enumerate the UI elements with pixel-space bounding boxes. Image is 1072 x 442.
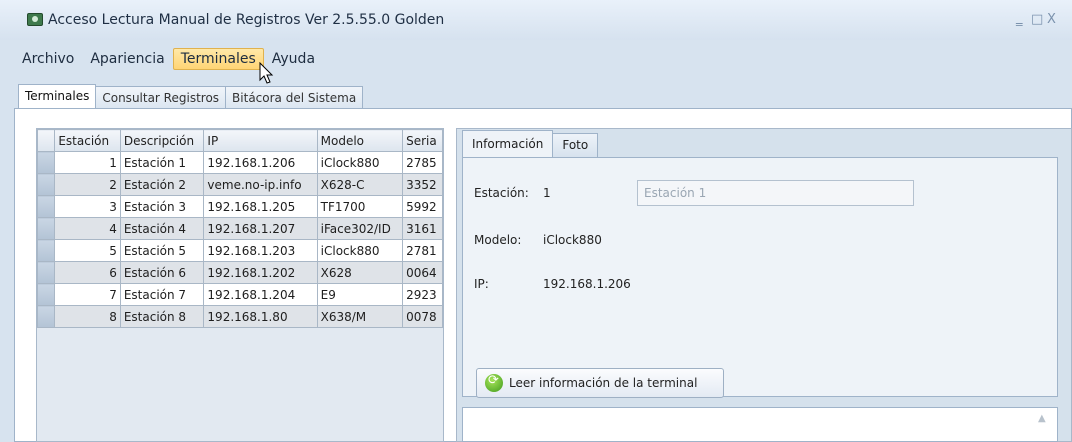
cell-serial[interactable]: 2923 — [402, 283, 443, 306]
menu-apariencia[interactable]: Apariencia — [82, 48, 172, 70]
cell-modelo[interactable]: X628-C — [316, 173, 404, 196]
cell-serial[interactable]: 3161 — [402, 217, 443, 240]
tab-bitacora[interactable]: Bitácora del Sistema — [225, 86, 364, 108]
tab-consultar-registros[interactable]: Consultar Registros — [95, 86, 227, 108]
app-icon — [27, 13, 43, 26]
table-row[interactable]: 6 Estación 6 192.168.1.202 X628 0064 — [37, 261, 443, 284]
cell-serial[interactable]: 3352 — [402, 173, 443, 196]
cell-ip[interactable]: veme.no-ip.info — [203, 173, 318, 196]
cell-modelo[interactable]: TF1700 — [316, 195, 404, 218]
cell-ip[interactable]: 192.168.1.202 — [203, 261, 318, 284]
row-selector[interactable] — [37, 151, 56, 174]
cell-estacion[interactable]: 3 — [54, 195, 121, 218]
cell-ip[interactable]: 192.168.1.204 — [203, 283, 318, 306]
cell-modelo[interactable]: E9 — [316, 283, 404, 306]
column-header-serial[interactable]: Seria — [402, 129, 443, 152]
row-selector[interactable] — [37, 195, 56, 218]
ip-label: IP: — [474, 277, 489, 291]
estacion-label: Estación: — [474, 186, 529, 200]
table-row[interactable]: 8 Estación 8 192.168.1.80 X638/M 0078 — [37, 305, 443, 328]
cell-descripcion[interactable]: Estación 5 — [119, 239, 205, 262]
cell-descripcion[interactable]: Estación 7 — [119, 283, 205, 306]
cell-ip[interactable]: 192.168.1.203 — [203, 239, 318, 262]
estacion-value: 1 — [543, 186, 551, 200]
cell-estacion[interactable]: 7 — [54, 283, 121, 306]
cell-ip[interactable]: 192.168.1.80 — [203, 305, 318, 328]
estacion-description-field[interactable]: Estación 1 — [637, 180, 914, 206]
table-row[interactable]: 3 Estación 3 192.168.1.205 TF1700 5992 — [37, 195, 443, 218]
cell-ip[interactable]: 192.168.1.206 — [203, 151, 318, 174]
modelo-value: iClock880 — [543, 233, 602, 247]
cell-serial[interactable]: 2785 — [402, 151, 443, 174]
terminals-grid: Estación Descripción IP Modelo Seria 1 E… — [36, 128, 444, 442]
row-selector[interactable] — [37, 173, 56, 196]
minimize-button[interactable]: ‗ — [1016, 12, 1023, 27]
row-selector[interactable] — [37, 305, 56, 328]
cell-serial[interactable]: 5992 — [402, 195, 443, 218]
read-terminal-info-label: Leer información de la terminal — [509, 376, 698, 390]
cell-ip[interactable]: 192.168.1.205 — [203, 195, 318, 218]
cell-estacion[interactable]: 5 — [54, 239, 121, 262]
cell-estacion[interactable]: 1 — [54, 151, 121, 174]
tab-foto[interactable]: Foto — [552, 133, 599, 157]
cell-modelo[interactable]: iClock880 — [316, 239, 404, 262]
cell-estacion[interactable]: 8 — [54, 305, 121, 328]
maximize-button[interactable]: □ — [1031, 12, 1043, 27]
row-selector-header — [37, 129, 56, 152]
cell-serial[interactable]: 0078 — [402, 305, 443, 328]
column-header-descripcion[interactable]: Descripción — [119, 129, 205, 152]
cell-descripcion[interactable]: Estación 8 — [119, 305, 205, 328]
table-row[interactable]: 2 Estación 2 veme.no-ip.info X628-C 3352 — [37, 173, 443, 196]
cell-modelo[interactable]: X628 — [316, 261, 404, 284]
terminals-table: Estación Descripción IP Modelo Seria 1 E… — [37, 129, 443, 328]
cell-descripcion[interactable]: Estación 1 — [119, 151, 205, 174]
grid-header-row: Estación Descripción IP Modelo Seria — [37, 129, 443, 152]
cell-serial[interactable]: 2781 — [402, 239, 443, 262]
main-tabs: Terminales Consultar Registros Bitácora … — [18, 84, 364, 108]
cell-descripcion[interactable]: Estación 2 — [119, 173, 205, 196]
column-header-estacion[interactable]: Estación — [54, 129, 121, 152]
table-row[interactable]: 1 Estación 1 192.168.1.206 iClock880 278… — [37, 151, 443, 174]
window-title: Acceso Lectura Manual de Registros Ver 2… — [48, 12, 445, 28]
cell-modelo[interactable]: X638/M — [316, 305, 404, 328]
column-header-modelo[interactable]: Modelo — [316, 129, 404, 152]
menu-terminales[interactable]: Terminales — [172, 48, 264, 70]
title-bar: Acceso Lectura Manual de Registros Ver 2… — [0, 0, 1072, 40]
cell-descripcion[interactable]: Estación 4 — [119, 217, 205, 240]
close-button[interactable]: X — [1047, 12, 1056, 27]
ip-value: 192.168.1.206 — [543, 277, 631, 291]
scroll-up-icon[interactable]: ▲ — [1038, 413, 1046, 424]
table-row[interactable]: 7 Estación 7 192.168.1.204 E9 2923 — [37, 283, 443, 306]
mouse-cursor-icon — [259, 62, 274, 84]
cell-descripcion[interactable]: Estación 6 — [119, 261, 205, 284]
row-selector[interactable] — [37, 261, 56, 284]
cell-serial[interactable]: 0064 — [402, 261, 443, 284]
cell-estacion[interactable]: 4 — [54, 217, 121, 240]
row-selector[interactable] — [37, 217, 56, 240]
table-row[interactable]: 4 Estación 4 192.168.1.207 iFace302/ID 3… — [37, 217, 443, 240]
refresh-icon — [485, 373, 503, 392]
menu-archivo[interactable]: Archivo — [14, 48, 82, 70]
row-selector[interactable] — [37, 283, 56, 306]
cell-modelo[interactable]: iClock880 — [316, 151, 404, 174]
log-text-area[interactable] — [462, 407, 1058, 442]
read-terminal-info-button[interactable]: Leer información de la terminal — [476, 368, 724, 398]
cell-ip[interactable]: 192.168.1.207 — [203, 217, 318, 240]
cell-estacion[interactable]: 6 — [54, 261, 121, 284]
cell-estacion[interactable]: 2 — [54, 173, 121, 196]
info-tabs: Información Foto — [462, 130, 599, 157]
cell-descripcion[interactable]: Estación 3 — [119, 195, 205, 218]
modelo-label: Modelo: — [474, 233, 522, 247]
tab-terminales[interactable]: Terminales — [18, 84, 97, 108]
row-selector[interactable] — [37, 239, 56, 262]
column-header-ip[interactable]: IP — [203, 129, 318, 152]
cell-modelo[interactable]: iFace302/ID — [316, 217, 404, 240]
tab-informacion[interactable]: Información — [462, 130, 554, 157]
table-row[interactable]: 5 Estación 5 192.168.1.203 iClock880 278… — [37, 239, 443, 262]
